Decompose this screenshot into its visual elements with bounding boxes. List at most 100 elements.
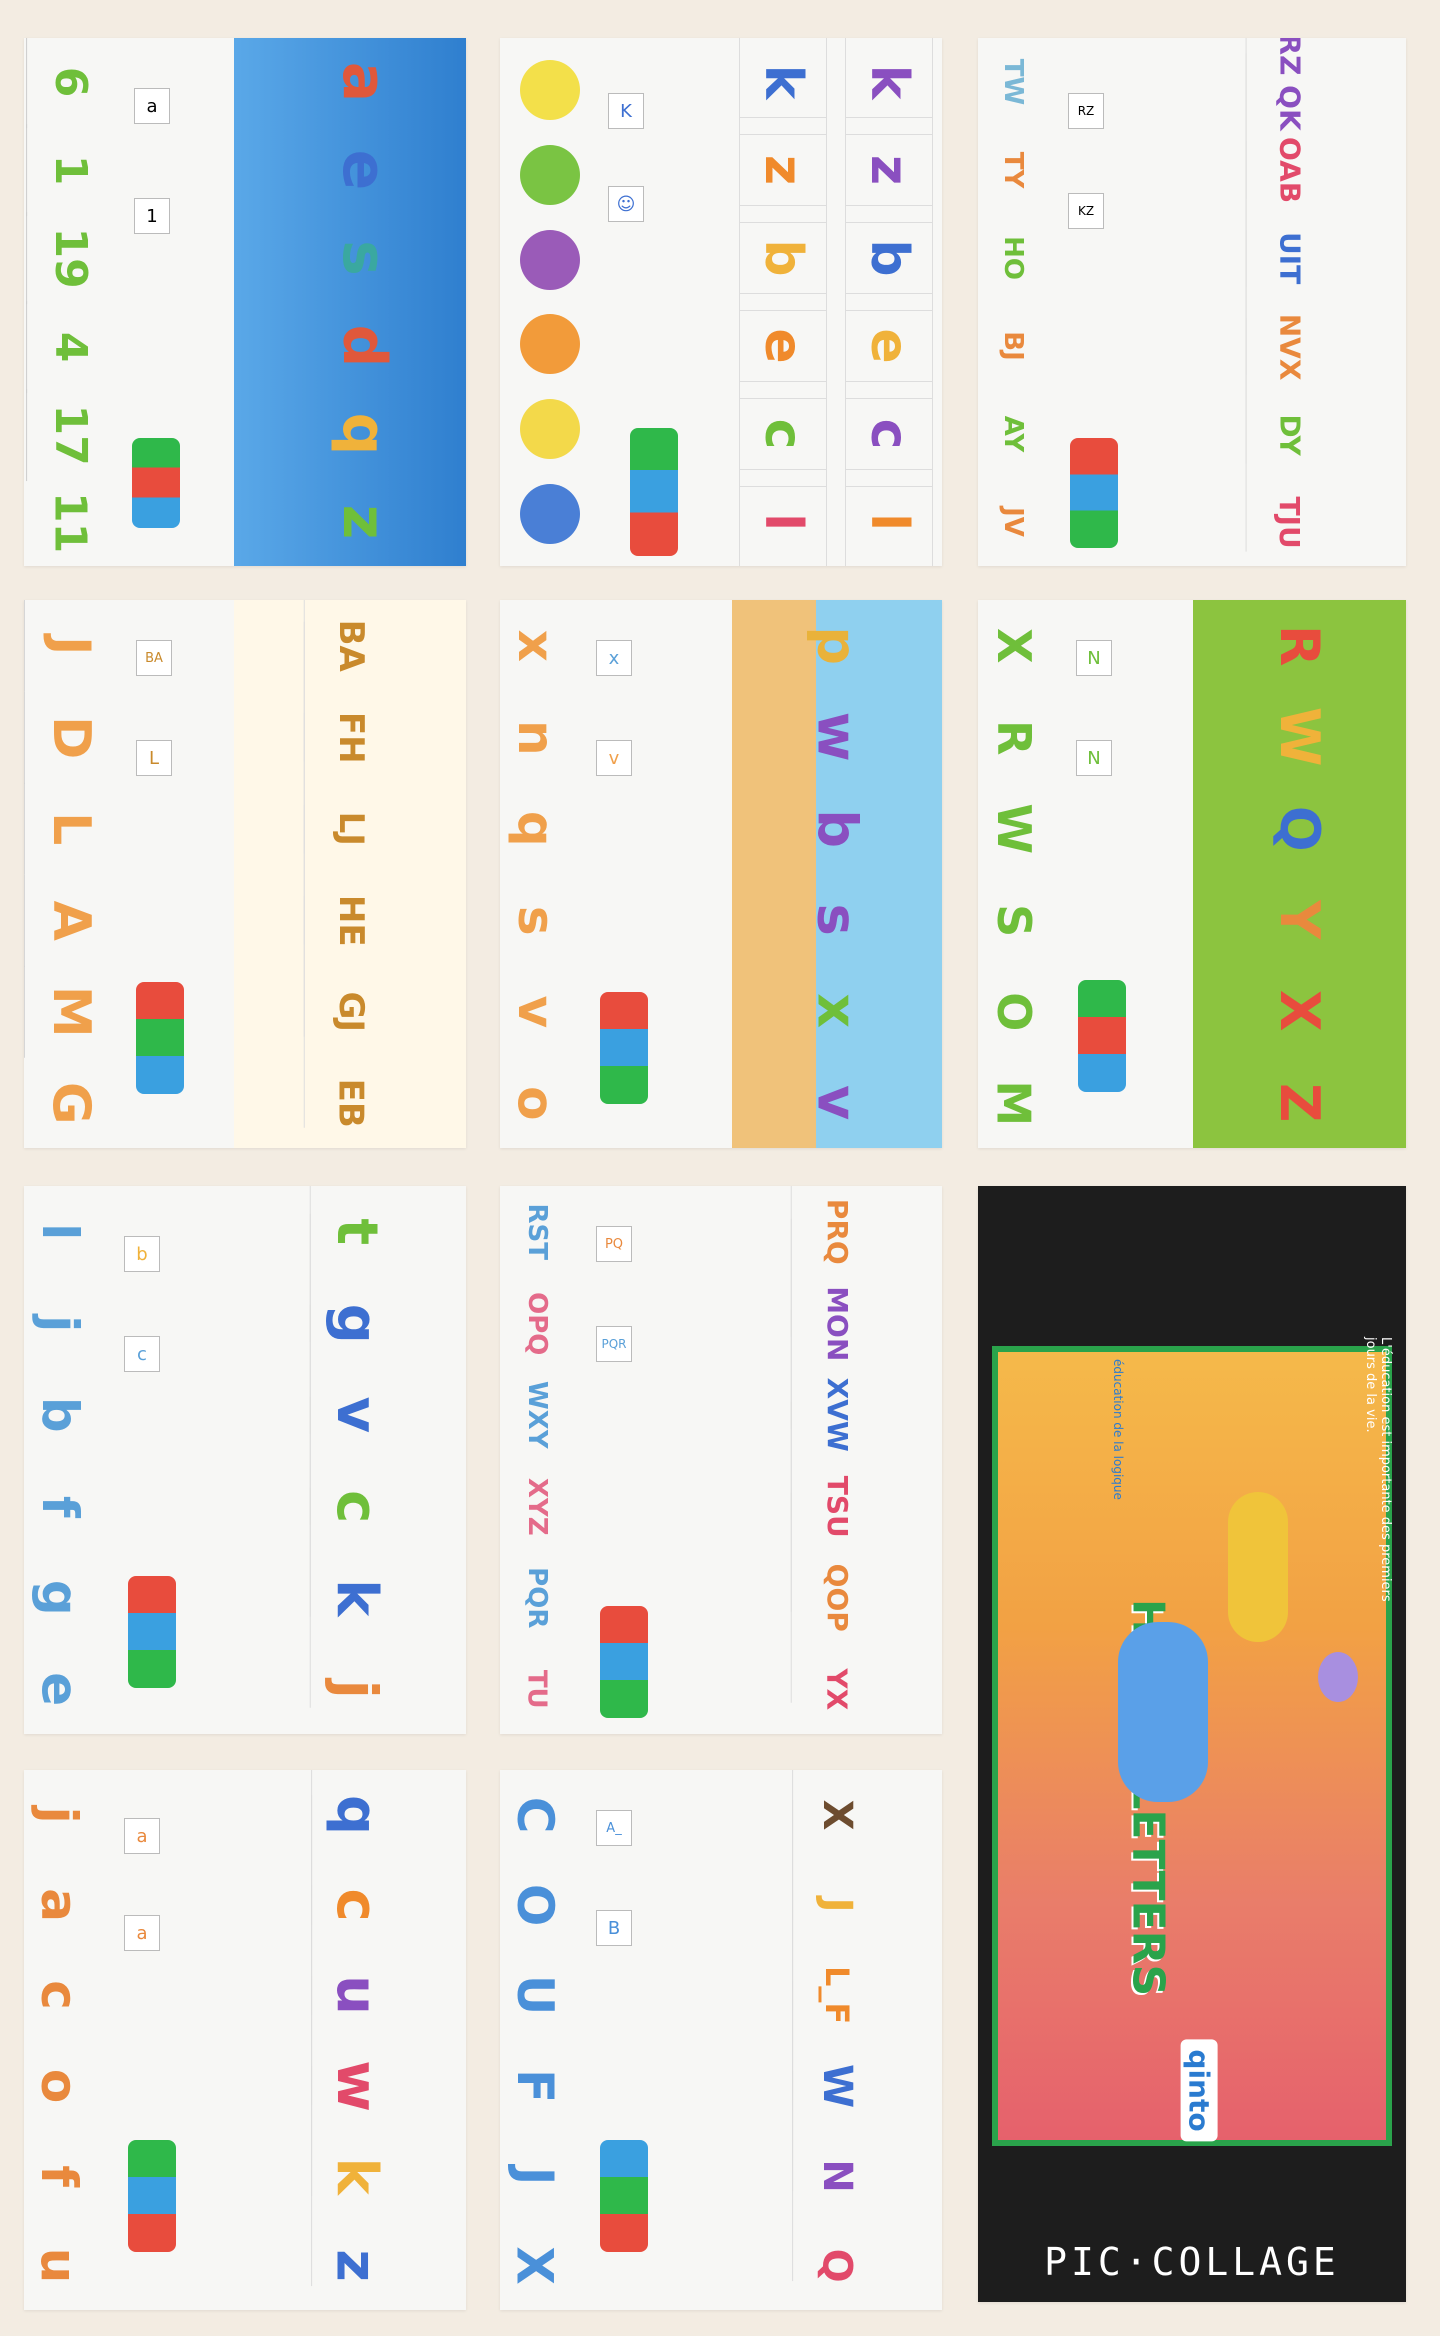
key-box-to: a [124,1915,160,1951]
letter-cell: AY [998,415,1028,453]
letter-cell: JV [998,507,1028,537]
collage-tile-1-1: 6 1 19 4 17 11 a e s d q z a 1 [24,38,466,566]
letter-cell: X [506,2246,565,2285]
letter-cell: 4 [25,300,115,393]
letter-cell: L [24,782,116,875]
picture-letter: YX [820,1667,854,1710]
letter-column: C O U F J X [500,1770,581,2310]
picture-letter: l [739,469,827,566]
pictures-column: p w b s x v [732,600,942,1148]
butterfly-icon [600,992,648,1104]
letter-cell: A [24,874,116,967]
letter-cell: a [24,1870,105,1941]
letter-cell: f [24,1471,105,1542]
pictures-column: R W Q Y X Z [1193,600,1406,1148]
picture-letter: z [323,2249,389,2282]
letter-cell: U [500,1960,581,2031]
key-box-to: N [1076,740,1112,776]
butterfly-icon [132,438,180,528]
picture-letter: j [323,1679,389,1699]
picture-letter: EB [330,1078,370,1128]
smiley-icon [520,144,580,205]
letter-cell: 19 [25,212,115,305]
key-box-from: a [124,1818,160,1854]
pictures-grid: RZ QK OAB UIT NVX DY TJU [1173,38,1406,566]
letter-cell: XYZ [500,1470,582,1543]
letter-column: x n q s v o [500,600,581,1148]
pictures-grid: PRQ MON XVW TSU QOP YX [732,1186,942,1734]
letter-cell: HO [998,236,1028,280]
letter-cell: e [30,1671,88,1706]
key-box-to: v [596,740,632,776]
letter-character-icon [1228,1492,1288,1642]
key-box-from: K [608,93,644,129]
key-box-from: BA [136,640,172,676]
letter-cell: W [978,793,1059,864]
butterfly-icon [600,1606,648,1718]
letter-cell: q [500,793,581,864]
smiley-icon [520,229,580,290]
letter-cell: BJ [998,331,1028,361]
collage-footer: PIC·COLLAGE [1044,2240,1340,2284]
collage-tile-3-3: qinto HAPPY LETTERS L'éducation est impo… [978,1186,1406,2302]
butterfly-icon [600,2140,648,2252]
pictures-grid: q c u w k z [246,1770,466,2310]
letter-cell: O [500,1870,581,1941]
letter-column: j a c o f u [24,1770,105,2310]
pictures-grid: k k z z b b e e c c l l [730,38,942,566]
smiley-icon [520,398,580,459]
box-subtitle: éducation de la logique [1111,1359,1125,1500]
pictures-grid: t g v c k j [246,1186,466,1734]
smiley-icon [520,60,580,121]
key-box-to: KZ [1068,193,1104,229]
key-box-from: RZ [1068,93,1104,129]
key-box-from: x [596,640,632,676]
collage-tile-2-1: J D L A M G BA FH LJ HE GJ EB BA L [24,600,466,1148]
pictures-column: BA FH LJ HE GJ EB [234,600,466,1148]
letter-cell: 6 [25,38,115,129]
letter-column: RST OPQ WXY XYZ PQR TU [500,1186,582,1734]
key-box-from: N [1076,640,1112,676]
collage-tile-2-3: X R W S O M R W Q Y X Z N N [978,600,1406,1148]
letter-cell: TY [998,151,1028,189]
letter-cell: l [24,1196,105,1267]
letter-cell: 17 [25,388,115,481]
key-box-to: PQR [596,1326,632,1362]
number-column: 6 1 19 4 17 11 [24,38,116,566]
picture-letter: v [805,1084,869,1120]
letter-cell: j [24,1780,105,1851]
key-box-to: c [124,1336,160,1372]
letter-cell: f [24,2140,105,2211]
letter-column: X R W S O M [978,600,1059,1148]
smiley-icon [520,483,580,544]
butterfly-icon [128,2140,176,2252]
letter-cell: TU [521,1669,551,1709]
collage-tile-1-2b: k k z z b b e e c c l l K ☺ [500,38,942,566]
letter-cell: RST [500,1195,582,1268]
letter-cell: x [500,610,581,681]
letter-cell: v [500,976,581,1047]
letter-cell: OPQ [500,1287,582,1360]
butterfly-icon [128,1576,176,1688]
letter-cell: 1 [25,124,115,217]
collage-tile-3-2: RST OPQ WXY XYZ PQR TU PRQ MON XVW TSU Q… [500,1186,942,1734]
smiley-icon [520,314,580,375]
key-box-from: A_ [596,1810,632,1846]
key-box-from: a [134,88,170,124]
letter-cell: TW [998,58,1028,106]
letter-cell: 11 [44,491,96,554]
letter-cell: S [978,885,1059,956]
butterfly-icon [630,428,678,556]
balloon-icon [1318,1652,1358,1702]
game-box: qinto HAPPY LETTERS L'éducation est impo… [992,1337,1393,2146]
letter-cell: C [500,1780,581,1851]
letter-cell: R [978,702,1059,773]
pair-column: TW TY HO BJ AY JV [978,38,1048,566]
letter-cell: PQR [500,1561,582,1634]
letter-cell: F [500,2050,581,2121]
letter-column: l j b f g e [24,1186,105,1734]
letter-character-icon [1118,1622,1208,1802]
collage-tile-4-1: j a c o f u q c u w k z a a [24,1770,466,2310]
letter-cell: b [24,1379,105,1450]
butterfly-icon [1078,980,1126,1092]
